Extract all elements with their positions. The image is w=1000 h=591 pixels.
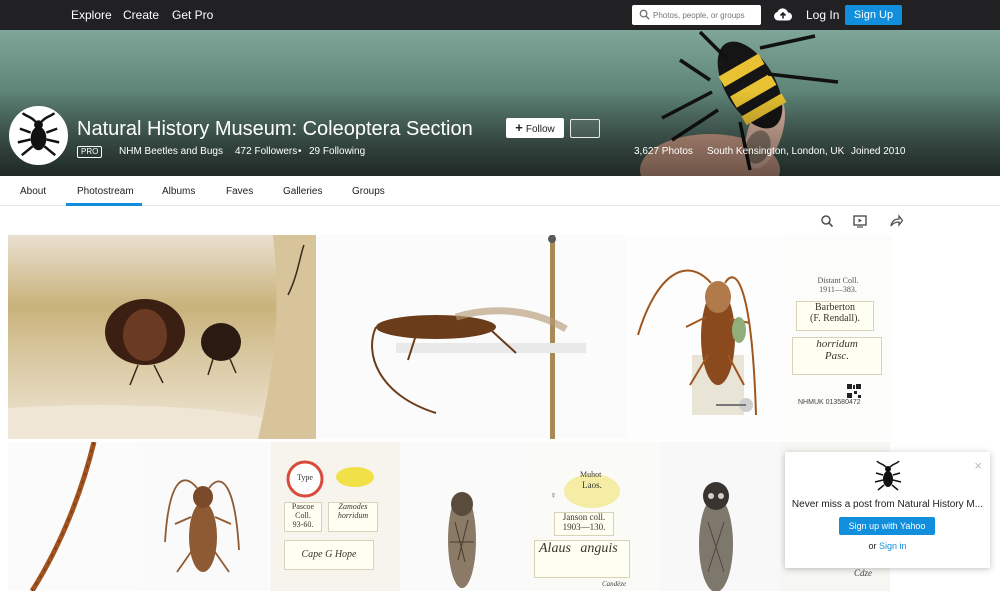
label-text: (F. Rendall). [809,313,861,324]
label-text: Laos. [582,480,602,490]
specimen-label: Cape G Hope [284,540,374,570]
label-text: 1911—383. [819,284,857,294]
active-tab-indicator [66,203,142,206]
longhorn-beetle-image [637,269,757,416]
label-text: horridum [816,338,858,350]
nav-explore-link[interactable]: Explore [71,8,112,22]
label-text: 1903—130. [562,521,606,532]
tab-photostream[interactable]: Photostream [77,186,134,197]
search-box[interactable] [632,5,761,25]
catalogue-number: NHMUK 013580472 [798,399,861,406]
photo-count: 3,627 Photos [634,146,693,157]
specimen-label: Distant Coll. 1911—383. [792,276,884,299]
search-icon[interactable] [820,214,834,228]
pinned-longhorn-beetle-image [371,235,586,439]
photo-thumbnail[interactable] [139,442,269,591]
signup-with-yahoo-button[interactable]: Sign up with Yahoo [839,517,935,535]
tab-about[interactable]: About [20,186,46,197]
tab-galleries[interactable]: Galleries [283,186,322,197]
type-label-text: Type [297,473,313,482]
upload-cloud-icon[interactable] [773,6,793,23]
followers-count[interactable]: 472 Followers [235,146,297,157]
label-text: Muhot [580,470,602,479]
specimen-label: Alaus anguis [534,540,630,578]
antenna-closeup-image [29,442,97,591]
photo-thumbnail[interactable]: Type Pascoe Coll. 93-60. Zamodes horridu… [270,442,400,591]
label-text: Pasc. [824,350,850,363]
specimen-label: Pascoe Coll. 93-60. [284,502,322,532]
share-icon[interactable] [889,214,903,228]
photo-thumbnail[interactable]: Laos. Muhot ♀ Janson coll. 1903—130. Ala… [530,442,660,591]
photo-thumbnail[interactable]: Distant Coll. 1911—383. Barberton (F. Re… [784,235,892,439]
photo-thumbnail[interactable] [8,235,316,439]
tab-albums[interactable]: Albums [162,186,195,197]
photo-thumbnail[interactable] [660,442,780,591]
top-navigation-bar: Explore Create Get Pro Log In Sign Up [0,0,1000,30]
close-icon[interactable]: × [974,458,982,473]
specimen-label: Janson coll. 1903—130. [554,512,614,536]
specimen-label: horridum Pasc. [792,337,882,375]
specimen-label: Barberton (F. Rendall). [796,301,874,331]
popup-message: Never miss a post from Natural History M… [791,499,984,510]
label-text: Pascoe Coll. [291,502,315,520]
signup-popup: × Never miss a post from Natural History… [785,452,990,568]
search-icon [639,9,650,20]
pro-badge: PRO [77,146,103,158]
beetle-logo-icon [874,460,902,491]
beetle-specimen-image [164,479,240,573]
signin-link[interactable]: Sign in [879,541,907,551]
specimen-label: Laos. [564,474,620,508]
more-options-button[interactable] [570,119,600,138]
plus-icon: + [515,120,523,135]
label-text: 93-60. [292,519,314,529]
login-link[interactable]: Log In [806,8,839,22]
photo-thumbnail[interactable] [8,442,139,591]
profile-avatar[interactable] [9,106,68,165]
qr-code-icon [846,383,862,399]
follow-label: Follow [525,124,555,135]
or-text: or [868,541,877,551]
popup-signin-row: or Sign in [785,541,990,551]
separator-dot: • [298,146,302,157]
joined-date: Joined 2010 [851,146,906,157]
nav-get-pro-link[interactable]: Get Pro [172,8,213,22]
follow-button[interactable]: + Follow [506,118,564,138]
slideshow-icon[interactable] [853,214,867,228]
photo-thumbnail[interactable] [400,442,530,591]
sex-symbol: ♀ [550,490,557,500]
yellow-sex-label [336,467,374,487]
label-text: Cdze [854,568,872,578]
label-text: Candèze [602,580,627,588]
profile-tabs: About Photostream Albums Faves Galleries… [0,176,1000,206]
label-text: anguis [580,541,618,556]
profile-location: South Kensington, London, UK [707,146,845,157]
beetle-logo-icon [17,111,60,157]
photo-thumbnail[interactable] [626,235,784,439]
click-beetle-image [448,492,476,588]
following-count[interactable]: 29 Following [309,146,365,157]
label-text: Barberton [815,302,855,313]
tab-groups[interactable]: Groups [352,186,385,197]
profile-username: NHM Beetles and Bugs [119,146,223,157]
profile-title: Natural History Museum: Coleoptera Secti… [77,118,473,140]
nav-create-link[interactable]: Create [123,8,159,22]
signup-button[interactable]: Sign Up [845,5,902,25]
search-input[interactable] [653,6,758,24]
beetle-specimen-image [8,235,316,439]
photo-thumbnail[interactable] [316,235,626,439]
click-beetle-image [699,482,733,591]
tab-faves[interactable]: Faves [226,186,253,197]
specimen-label: Zamodes horridum [328,502,378,532]
label-text: Alaus [539,541,571,556]
